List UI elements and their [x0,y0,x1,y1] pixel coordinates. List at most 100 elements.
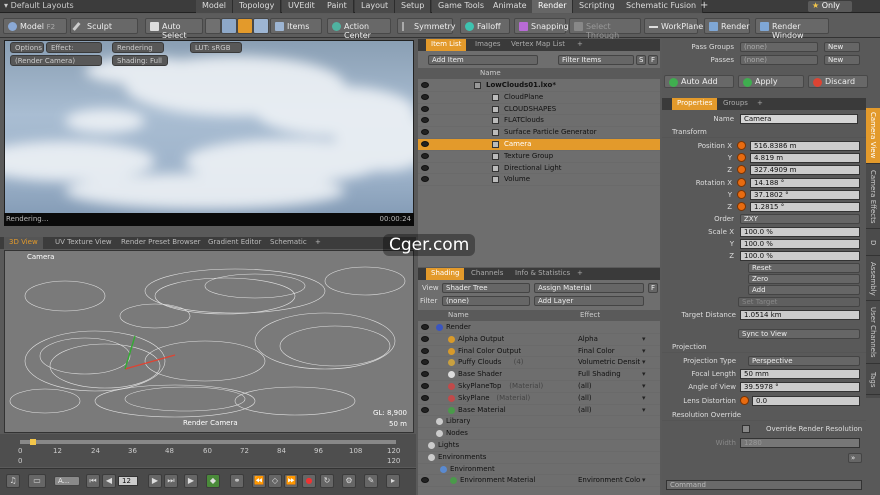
effect-dropdown-icon[interactable]: ▾ [642,382,646,390]
visibility-eye-icon[interactable] [421,82,429,88]
f-button[interactable]: F [648,55,658,65]
add-layer-dropdown[interactable]: Add Layer [534,296,644,306]
reset-dropdown[interactable]: Reset [748,263,860,273]
material-mode-icon[interactable] [253,18,269,34]
tab-render-preset-browser[interactable]: Render Preset Browser [116,237,206,249]
new-pass-button[interactable]: New [824,55,860,65]
rotation-y-field[interactable]: 37.1802 ° [750,190,860,200]
workplane-button[interactable]: WorkPlane [644,18,703,34]
view-dropdown[interactable]: Shader Tree [442,283,530,293]
visibility-eye-icon[interactable] [421,359,429,366]
snapping-button[interactable]: Snapping [514,18,569,34]
go-to-start-icon[interactable]: ⏮ [86,474,100,488]
scale-y-field[interactable]: 100.0 % [740,239,860,249]
visibility-eye-icon[interactable] [421,176,429,183]
visibility-eye-icon[interactable] [421,394,429,401]
tab-shading[interactable]: Shading [426,268,465,280]
add-view-tab-icon[interactable]: + [310,237,326,249]
tab-animate[interactable]: Animate [487,0,534,13]
shading-dropdown[interactable]: Shading: Full [112,55,168,66]
tab-render[interactable]: Render [532,0,574,13]
apply-button[interactable]: Apply [738,75,804,88]
target-distance-field[interactable]: 1.0514 km [740,310,860,320]
auto-select-button[interactable]: Auto Select [145,18,203,40]
render-camera-dropdown[interactable]: (Render Camera) [10,55,102,66]
position-x-field[interactable]: 516.8386 m [750,141,860,151]
item-row[interactable]: Volume [418,174,660,187]
add-dropdown[interactable]: Add [748,285,860,295]
tab-channels[interactable]: Channels [466,268,508,280]
tab-layout[interactable]: Layout [355,0,396,13]
tab-tags[interactable]: Tags [866,365,880,395]
tab-camera-effects[interactable]: Camera Effects [866,165,880,229]
tab-properties[interactable]: Properties [672,98,718,110]
projection-type-dropdown[interactable]: Perspective [748,356,860,366]
tab-item-list[interactable]: Item List [426,39,467,51]
set-target-button[interactable]: Set Target [738,297,860,307]
visibility-eye-icon[interactable] [421,164,429,171]
effect-dropdown-icon[interactable]: ▾ [642,358,646,366]
visibility-eye-icon[interactable] [421,141,429,147]
item-row[interactable]: CloudPlane [418,92,660,104]
visibility-eye-icon[interactable] [421,152,429,159]
projection-section[interactable]: Projection [662,342,866,353]
position-z-field[interactable]: 327.4909 m [750,165,860,175]
item-row[interactable]: CLOUDSHAPES [418,104,660,116]
only-button[interactable]: ★ Only [808,1,852,12]
resolution-override-section[interactable]: Resolution Override [662,410,866,421]
pass-groups-dropdown[interactable]: (none) [740,42,818,52]
discard-button[interactable]: Discard [808,75,868,88]
add-shading-tab-icon[interactable]: + [572,268,588,280]
effect-dropdown-icon[interactable]: ▾ [642,406,646,414]
vertex-mode-icon[interactable] [205,18,221,34]
position-z-icon[interactable] [737,165,746,174]
select-through-button[interactable]: Select Through [569,18,641,40]
viewport-divider[interactable] [0,227,416,237]
tool-icon[interactable]: ✎ [364,474,378,488]
rotation-x-field[interactable]: 14.188 ° [750,178,860,188]
polygon-mode-icon[interactable] [237,18,253,34]
animation-dropdown[interactable]: A... [54,476,80,486]
keyframe-icon[interactable]: ◇ [268,474,282,488]
tab-model[interactable]: Model [196,0,234,13]
order-dropdown[interactable]: ZXY [740,214,860,224]
shading-f-button[interactable]: F [648,283,658,293]
visibility-eye-icon[interactable] [421,93,429,100]
symmetry-button[interactable]: Symmetry [397,18,455,34]
shader-row[interactable]: Library [418,416,660,429]
visibility-eye-icon[interactable] [421,347,429,354]
shader-row[interactable]: Environments [418,452,660,464]
tab-topology[interactable]: Topology [233,0,282,13]
shader-row[interactable]: SkyPlaneTop (Material) (all) ▾ [418,381,660,393]
tab-scripting[interactable]: Scripting [573,0,622,13]
add-tab-icon[interactable]: + [700,0,708,11]
timeline-range-bar[interactable] [20,440,396,444]
tab-gradient-editor[interactable]: Gradient Editor [203,237,266,249]
angle-of-view-field[interactable]: 39.5978 ° [740,382,860,392]
timeline[interactable]: 0 12 24 36 48 60 72 84 96 108 120 0 120 [0,434,416,467]
tab-groups[interactable]: Groups [718,98,753,110]
tab-uvedit[interactable]: UVEdit [282,0,322,13]
tab-setup[interactable]: Setup [395,0,432,13]
new-pass-group-button[interactable]: New [824,42,860,52]
visibility-eye-icon[interactable] [421,324,429,330]
rotation-y-icon[interactable] [737,190,746,199]
next-key-icon[interactable]: ▶ [148,474,162,488]
effect-dropdown-icon[interactable]: ▾ [642,370,646,378]
rendering-dropdown[interactable]: Rendering [112,42,164,53]
item-row[interactable]: LowClouds01.lxo* [418,80,660,92]
items-button[interactable]: Items [270,18,322,34]
loop-icon[interactable]: ↻ [320,474,334,488]
tab-3d-view[interactable]: 3D View [4,237,43,249]
position-x-icon[interactable] [737,141,746,150]
item-row[interactable]: Camera [418,139,660,151]
scale-z-field[interactable]: 100.0 % [740,251,860,261]
shader-row[interactable]: Render [418,322,660,334]
audio-icon[interactable]: ♫ [6,474,20,488]
tab-schematic[interactable]: Schematic [265,237,312,249]
item-row[interactable]: Directional Light [418,163,660,175]
visibility-eye-icon[interactable] [421,117,429,124]
auto-add-button[interactable]: Auto Add [664,75,734,88]
tab-camera-view[interactable]: Camera View [866,108,880,164]
effect-dropdown-icon[interactable]: ▾ [642,476,646,484]
